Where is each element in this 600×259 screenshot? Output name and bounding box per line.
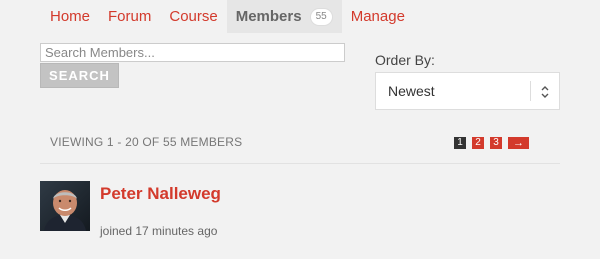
- tab-forum-label: Forum: [108, 8, 152, 25]
- tab-manage[interactable]: Manage: [342, 0, 414, 33]
- tab-members-label: Members: [235, 8, 302, 25]
- tab-members[interactable]: Members 55: [226, 0, 342, 33]
- tab-course-label: Course: [169, 8, 218, 25]
- tab-forum[interactable]: Forum: [99, 0, 160, 33]
- tab-manage-label: Manage: [350, 8, 405, 25]
- select-divider: [530, 81, 531, 101]
- tab-course[interactable]: Course: [160, 0, 226, 33]
- page-1-link[interactable]: 1: [454, 137, 466, 149]
- order-by-selected-value: Newest: [388, 83, 435, 99]
- order-by-select[interactable]: Newest: [375, 72, 560, 110]
- next-page-arrow-icon[interactable]: →: [508, 137, 529, 149]
- viewing-count-text: VIEWING 1 - 20 OF 55 MEMBERS: [50, 135, 243, 149]
- user-photo-icon: [40, 181, 90, 231]
- search-members-input[interactable]: [40, 43, 345, 62]
- select-arrows-icon: [538, 83, 552, 101]
- page-2-link[interactable]: 2: [472, 137, 484, 149]
- search-button[interactable]: SEARCH: [40, 63, 119, 88]
- divider: [40, 163, 560, 164]
- tab-home[interactable]: Home: [40, 0, 99, 33]
- pagination: 1 2 3 →: [454, 137, 529, 149]
- member-avatar[interactable]: [40, 181, 90, 231]
- member-joined-text: joined 17 minutes ago: [100, 224, 218, 238]
- members-nav-tabs: Home Forum Course Members 55 Manage: [40, 0, 414, 33]
- tab-home-label: Home: [50, 8, 91, 25]
- page-3-link[interactable]: 3: [490, 137, 502, 149]
- members-count-badge: 55: [309, 7, 333, 26]
- member-name-link[interactable]: Peter Nalleweg: [100, 184, 221, 204]
- order-by-label: Order By:: [375, 52, 435, 68]
